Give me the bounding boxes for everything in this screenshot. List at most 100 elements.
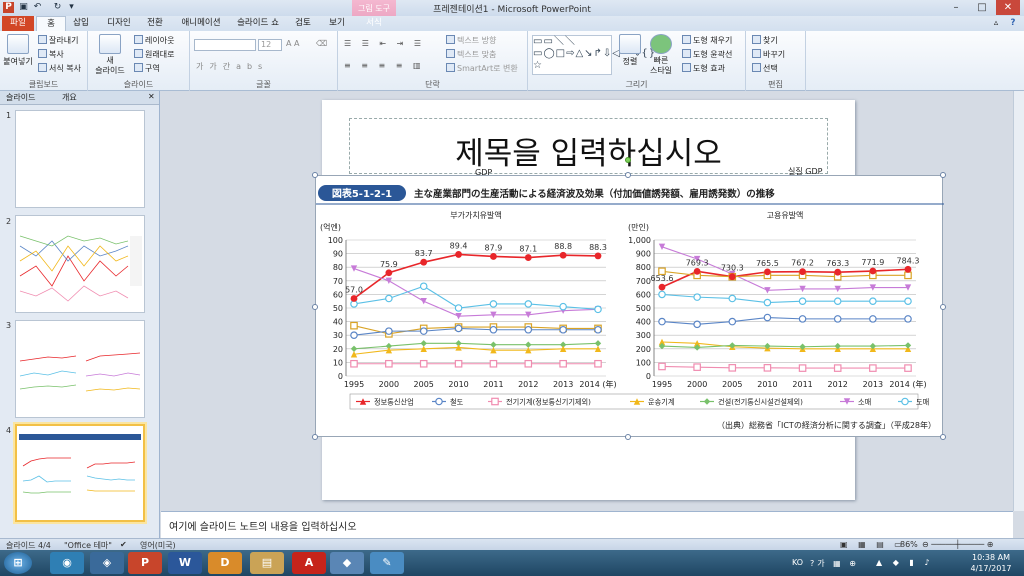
close-pane-icon[interactable]: ✕ — [148, 92, 155, 101]
clock[interactable]: 10:38 AM 4/17/2017 — [966, 552, 1016, 574]
data-point — [524, 325, 533, 334]
data-point — [904, 364, 912, 372]
selected-picture[interactable]: 図表5-1-2-1 主な産業部門の生産活動による経済波及効果（付加価値誘発額、雇… — [315, 175, 988, 437]
format-painter-button[interactable]: 서식 복사 — [38, 63, 81, 74]
tab-transitions[interactable]: 전환 — [140, 16, 170, 31]
outline-icon — [682, 49, 691, 58]
arrange-button[interactable]: 정렬 — [618, 34, 642, 67]
clock-time: 10:38 AM — [972, 553, 1010, 562]
tab-file[interactable]: 파일 — [2, 16, 34, 31]
quick-styles-icon — [650, 34, 672, 54]
vertical-scrollbar[interactable] — [1013, 91, 1024, 511]
list-icons[interactable]: ☰ ☰ ⇤ ⇥ ☰ — [344, 39, 425, 48]
y-tick-label: 80 — [333, 263, 343, 272]
ribbon-minimize-icon[interactable]: ▵ — [990, 16, 1002, 31]
font-style-icons[interactable]: 가가간abs — [196, 61, 268, 72]
resize-handle[interactable] — [312, 304, 318, 310]
zoom-slider[interactable]: ⊖ ─────┼───── ⊕ — [922, 540, 993, 549]
font-name-combo[interactable] — [194, 39, 256, 51]
tab-review[interactable]: 검토 — [288, 16, 318, 31]
quick-styles-button[interactable]: 빠른 스타일 — [646, 34, 676, 76]
data-point — [833, 315, 842, 323]
legend-marker — [435, 397, 443, 406]
align-text-button[interactable]: 텍스트 맞춤 — [446, 49, 496, 60]
tab-design[interactable]: 디자인 — [100, 16, 138, 31]
select-button[interactable]: 선택 — [752, 63, 778, 74]
resize-handle[interactable] — [625, 434, 631, 440]
resize-handle[interactable] — [940, 304, 946, 310]
text-direction-label: 텍스트 방향 — [457, 36, 497, 45]
tab-outline-pane[interactable]: 개요 — [62, 92, 77, 103]
y-tick-label: 100 — [328, 236, 343, 245]
tab-insert[interactable]: 삽입 — [66, 16, 96, 31]
smartart-button[interactable]: SmartArt로 변환 — [446, 63, 518, 74]
tab-slides-pane[interactable]: 슬라이드 — [6, 92, 35, 103]
rotate-handle[interactable] — [625, 157, 631, 163]
notes-placeholder[interactable]: 여기에 슬라이드 노트의 내용을 입력하십시오 — [169, 518, 357, 533]
chart-title: 부가가치유발액 — [450, 210, 502, 220]
slide-thumbnail-4[interactable] — [15, 424, 145, 522]
slide-number: 2 — [6, 217, 12, 226]
text-direction-button[interactable]: 텍스트 방향 — [446, 35, 496, 46]
powerpoint-taskbar-icon[interactable]: P — [128, 552, 162, 574]
shape-effects-button[interactable]: 도형 효과 — [682, 63, 725, 74]
tab-slideshow[interactable]: 슬라이드 쇼 — [232, 16, 284, 31]
cut-button[interactable]: 잘라내기 — [38, 35, 78, 46]
presentation-taskbar-icon[interactable]: D — [208, 552, 242, 574]
input-language[interactable]: KO — [792, 558, 803, 567]
acrobat-taskbar-icon[interactable]: A — [292, 552, 326, 574]
clear-format-icon[interactable]: ⌫ — [316, 39, 327, 48]
tab-view[interactable]: 보기 — [322, 16, 352, 31]
word-taskbar-icon[interactable]: W — [168, 552, 202, 574]
zoom-level[interactable]: 86% — [900, 540, 918, 549]
font-size-combo[interactable]: 12 — [258, 39, 282, 51]
view-buttons[interactable]: ▣ ▦ ▤ ▭ — [840, 540, 906, 549]
grow-font-icon[interactable]: A A — [286, 39, 300, 48]
replace-button[interactable]: 바꾸기 — [752, 49, 785, 60]
start-button[interactable]: ⊞ — [4, 552, 32, 574]
copy-button[interactable]: 복사 — [38, 49, 64, 60]
app-taskbar-icon[interactable]: ◆ — [330, 552, 364, 574]
tab-home[interactable]: 홈 — [36, 16, 66, 31]
align-icons[interactable]: ≡ ≡ ≡ ≡ ▥ — [344, 61, 425, 70]
shape-outline-button[interactable]: 도형 윤곽선 — [682, 49, 732, 60]
resize-handle[interactable] — [625, 172, 631, 178]
tray-icons[interactable]: ▲ ◆ ▮ ♪ — [876, 558, 933, 567]
tab-animations[interactable]: 애니메이션 — [174, 16, 228, 31]
minimize-button[interactable]: – — [944, 0, 968, 15]
shapes-gallery[interactable]: ▭▭＼＼▭◯□⇨△↘↱⇩◁⌒∿{}☆ — [532, 35, 655, 75]
slide-thumbnail-1[interactable] — [15, 110, 145, 208]
resize-handle[interactable] — [312, 172, 318, 178]
scissors-icon — [38, 35, 47, 44]
notes-pane[interactable]: 여기에 슬라이드 노트의 내용을 입력하십시오 — [161, 511, 1013, 538]
tab-format[interactable]: 서식 — [356, 16, 392, 31]
app-taskbar-icon[interactable]: ✎ — [370, 552, 404, 574]
new-slide-button[interactable]: 새 슬라이드 — [92, 34, 128, 76]
maximize-button[interactable]: □ — [970, 0, 994, 15]
spellcheck-icon[interactable]: ✔ — [120, 540, 127, 549]
chrome-taskbar-icon[interactable]: ◉ — [50, 552, 84, 574]
section-button[interactable]: 구역 — [134, 63, 160, 74]
paste-button[interactable]: 붙여넣기 — [3, 34, 33, 67]
data-point — [385, 294, 393, 303]
resize-handle[interactable] — [940, 434, 946, 440]
close-button[interactable]: ✕ — [996, 0, 1020, 15]
reset-label: 원래대로 — [145, 50, 175, 59]
slide-thumbnail-2[interactable] — [15, 215, 145, 313]
folder-taskbar-icon[interactable]: ▤ — [250, 552, 284, 574]
shape-fill-button[interactable]: 도형 채우기 — [682, 35, 732, 46]
find-button[interactable]: 찾기 — [752, 35, 778, 46]
resize-handle[interactable] — [312, 434, 318, 440]
reset-button[interactable]: 원래대로 — [134, 49, 174, 60]
help-icon[interactable]: ? — [1006, 16, 1020, 31]
app-taskbar-icon[interactable]: ◈ — [90, 552, 124, 574]
group-paragraph: ☰ ☰ ⇤ ⇥ ☰ ≡ ≡ ≡ ≡ ▥ 텍스트 방향 텍스트 맞춤 SmartA… — [338, 31, 528, 91]
resize-handle[interactable] — [940, 172, 946, 178]
section-label: 구역 — [145, 64, 160, 73]
layout-button[interactable]: 레이아웃 — [134, 35, 174, 46]
slide-title[interactable]: 제목을 입력하십시오 — [349, 128, 828, 173]
copy-label: 복사 — [49, 50, 64, 59]
slide-thumbnail-3[interactable] — [15, 320, 145, 418]
smartart-label: SmartArt로 변환 — [457, 64, 518, 73]
ime-icons[interactable]: ?가 ▦ ⊕ — [810, 558, 859, 569]
